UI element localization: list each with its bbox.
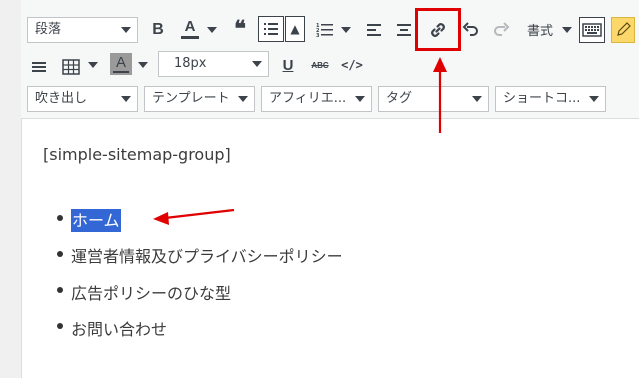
template-select-label: テンプレート bbox=[152, 91, 230, 106]
undo-button[interactable] bbox=[461, 18, 481, 42]
affiliate-select[interactable]: アフィリエ... bbox=[261, 86, 372, 112]
tag-select[interactable]: タグ bbox=[378, 86, 489, 112]
blockquote-button[interactable]: ❝ bbox=[228, 16, 252, 42]
table-icon bbox=[62, 59, 80, 75]
bold-icon: B bbox=[152, 21, 164, 38]
template-select[interactable]: テンプレート bbox=[144, 86, 255, 112]
style-menu-dropdown[interactable] bbox=[562, 27, 572, 33]
font-size-label: 18px bbox=[174, 56, 207, 71]
format-select-label: 段落 bbox=[35, 22, 62, 37]
caret-up-icon: ▲ bbox=[290, 22, 300, 36]
chevron-down-icon bbox=[238, 96, 248, 102]
list-item[interactable]: 運営者情報及びプライバシーポリシー bbox=[71, 243, 343, 267]
horizontal-rule-button[interactable] bbox=[29, 55, 49, 79]
bg-color-button[interactable]: A bbox=[110, 53, 132, 75]
bullet-list-dropdown[interactable]: ▲ bbox=[285, 16, 305, 42]
keyboard-button[interactable] bbox=[579, 17, 605, 43]
table-button[interactable] bbox=[60, 55, 82, 79]
color-swatch bbox=[181, 35, 199, 39]
list-bullet bbox=[57, 251, 63, 257]
horizontal-rule-icon bbox=[32, 62, 46, 72]
bullet-list-icon bbox=[264, 23, 278, 35]
list-bullet bbox=[57, 287, 63, 293]
affiliate-select-label: アフィリエ... bbox=[269, 91, 347, 106]
redo-button[interactable] bbox=[491, 18, 511, 42]
align-center-button[interactable] bbox=[394, 18, 414, 42]
chevron-down-icon bbox=[121, 96, 131, 102]
format-select[interactable]: 段落 bbox=[27, 17, 138, 43]
shortcode-select[interactable]: ショートコ... bbox=[495, 86, 606, 112]
table-dropdown[interactable] bbox=[88, 62, 98, 68]
underline-button[interactable]: U bbox=[279, 53, 297, 77]
chevron-down-icon bbox=[472, 96, 482, 102]
numbered-list-dropdown[interactable] bbox=[341, 27, 351, 33]
bg-color-dropdown[interactable] bbox=[138, 62, 148, 68]
shortcode-select-label: ショートコ... bbox=[503, 91, 581, 106]
redo-icon bbox=[494, 22, 510, 36]
strikethrough-icon: ABC bbox=[311, 60, 329, 70]
list-bullet bbox=[57, 323, 63, 329]
bullet-list-button[interactable] bbox=[258, 16, 284, 42]
text-color-icon: A bbox=[184, 17, 196, 35]
chevron-down-icon bbox=[252, 61, 262, 67]
align-left-button[interactable] bbox=[364, 18, 384, 42]
style-menu-label: 書式 bbox=[527, 24, 554, 39]
text-color-button[interactable]: A bbox=[177, 16, 203, 40]
style-menu-button[interactable]: 書式 bbox=[527, 20, 553, 39]
bold-button[interactable]: B bbox=[148, 18, 168, 42]
bg-color-swatch bbox=[113, 71, 129, 73]
chevron-down-icon bbox=[355, 96, 365, 102]
underline-icon: U bbox=[282, 56, 294, 74]
shortcode-paragraph[interactable]: [simple-sitemap-group] bbox=[43, 145, 231, 164]
chevron-down-icon bbox=[589, 96, 599, 102]
numbered-list-icon: 1 2 3 bbox=[316, 23, 333, 39]
text-color-dropdown[interactable] bbox=[207, 27, 217, 33]
numbered-list-button[interactable]: 1 2 3 bbox=[314, 18, 336, 42]
align-center-icon bbox=[397, 24, 411, 36]
edit-button[interactable] bbox=[611, 17, 635, 43]
keyboard-icon bbox=[582, 23, 602, 37]
svg-text:3: 3 bbox=[316, 33, 320, 39]
list-item[interactable]: 広告ポリシーのひな型 bbox=[71, 280, 231, 304]
bg-color-icon: A bbox=[115, 54, 126, 71]
code-button[interactable]: </> bbox=[339, 53, 365, 77]
list-item-home[interactable]: ホーム bbox=[71, 207, 121, 232]
list-bullet bbox=[57, 215, 63, 221]
blockquote-icon: ❝ bbox=[234, 16, 246, 42]
edit-icon bbox=[617, 22, 631, 36]
code-icon: </> bbox=[341, 58, 363, 72]
chevron-down-icon bbox=[121, 27, 131, 33]
tag-select-label: タグ bbox=[386, 91, 413, 106]
list-item[interactable]: お問い合わせ bbox=[71, 316, 167, 340]
selected-text[interactable]: ホーム bbox=[71, 209, 121, 232]
font-size-select[interactable]: 18px bbox=[158, 51, 269, 77]
undo-icon bbox=[462, 22, 478, 36]
balloon-select-label: 吹き出し bbox=[35, 91, 88, 106]
strikethrough-button[interactable]: ABC bbox=[308, 53, 332, 77]
balloon-select[interactable]: 吹き出し bbox=[27, 86, 138, 112]
link-button-highlight bbox=[415, 8, 461, 51]
align-left-icon bbox=[367, 24, 381, 36]
